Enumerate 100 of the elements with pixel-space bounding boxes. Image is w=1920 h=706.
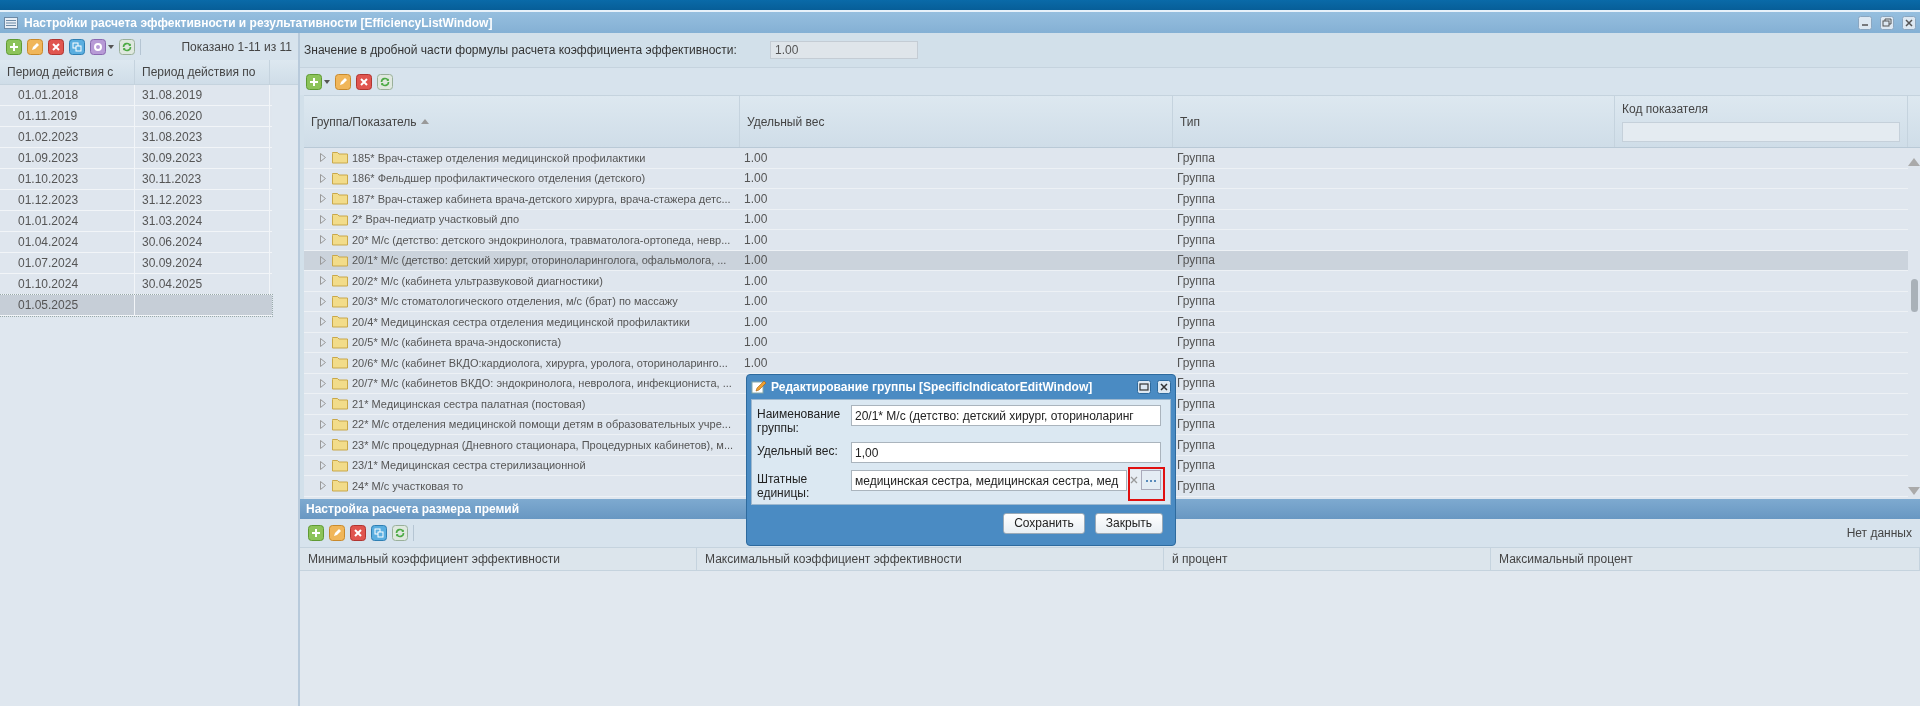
period-row[interactable]: 01.10.2024 30.04.2025: [0, 274, 272, 295]
column-header[interactable]: й процент: [1164, 548, 1491, 570]
table-cell: 1.00: [744, 314, 768, 329]
table-cell: 31.08.2019: [135, 85, 270, 105]
add-icon[interactable]: [306, 73, 322, 90]
group-name: 20/3* М/с стоматологического отделения, м/с (брат) по массажу: [352, 295, 678, 308]
tree-row[interactable]: 2* Врач-педиатр участковый дпо 1.00 Группа: [304, 209, 1908, 230]
field-label: Удельный вес:: [757, 443, 839, 458]
expand-arrow-icon[interactable]: [320, 481, 326, 491]
table-cell: 30.06.2024: [135, 232, 270, 252]
period-row[interactable]: 01.01.2018 31.08.2019: [0, 85, 272, 106]
column-header[interactable]: Удельный вес: [740, 96, 1173, 147]
period-row[interactable]: 01.12.2023 31.12.2023: [0, 190, 272, 211]
tree-row[interactable]: 186* Фельдшер профилактического отделения (детского) 1.00 Группа: [304, 168, 1908, 189]
paging-status: Показано 1-11 из 11: [181, 39, 292, 54]
group-name: 20/1* М/с (детство: детский хирург, оториноларинголога, офальмолога, ...: [352, 254, 727, 267]
table-cell: Группа: [1177, 417, 1216, 432]
period-row[interactable]: 01.01.2024 31.03.2024: [0, 211, 272, 232]
table-cell: 1.00: [744, 355, 768, 370]
period-row[interactable]: 01.07.2024 30.09.2024: [0, 253, 272, 274]
table-cell: Группа: [1177, 355, 1216, 370]
refresh-icon[interactable]: [119, 38, 135, 55]
tree-row[interactable]: 20/6* М/с (кабинет ВКДО:кардиолога, хирурга, уролога, оториноларинго... 1.00 Группа: [304, 353, 1908, 374]
table-cell: 1.00: [744, 212, 768, 227]
tree-row[interactable]: 187* Врач-стажер кабинета врача-детского хирурга, врача-стажера детс... 1.00 Группа: [304, 189, 1908, 210]
table-cell: Группа: [1177, 150, 1216, 165]
period-row[interactable]: 01.04.2024 30.06.2024: [0, 232, 272, 253]
scroll-down-icon[interactable]: [1908, 487, 1920, 495]
delete-icon[interactable]: [356, 73, 372, 90]
tree-row[interactable]: 20/5* М/с (кабинета врача-эндоскописта) 1.00 Группа: [304, 332, 1908, 353]
tree-row[interactable]: 20/4* Медицинская сестра отделения медицинской профилактики 1.00 Группа: [304, 312, 1908, 333]
table-cell: 01.01.2024: [0, 211, 135, 231]
column-header[interactable]: Период действия с: [0, 60, 135, 84]
table-cell: 01.10.2023: [0, 169, 135, 189]
pencil-icon[interactable]: [27, 38, 43, 55]
tree-row[interactable]: 185* Врач-стажер отделения медицинской профилактики 1.00 Группа: [304, 148, 1908, 169]
coefficient-field[interactable]: 1.00: [770, 41, 918, 59]
pencil-icon: [751, 379, 767, 395]
delete-icon[interactable]: [48, 38, 64, 55]
tree-row[interactable]: 20/3* М/с стоматологического отделения, м/с (брат) по массажу 1.00 Группа: [304, 291, 1908, 312]
maximize-icon[interactable]: [1137, 380, 1151, 394]
minimize-icon[interactable]: [1858, 15, 1872, 30]
table-cell: Группа: [1177, 478, 1216, 493]
filter-field[interactable]: [1622, 121, 1900, 142]
table-cell: 01.02.2023: [0, 127, 135, 147]
delete-icon[interactable]: [350, 525, 366, 541]
refresh-icon[interactable]: [392, 525, 408, 541]
pencil-icon[interactable]: [335, 73, 351, 90]
table-cell: 31.08.2023: [135, 127, 270, 147]
table-cell: 1.00: [744, 253, 768, 268]
group-name: 23* М/с процедурная (Дневного стационара, Процедурных кабинетов), м...: [352, 438, 734, 451]
group-name: 23/1* Медицинская сестра стерилизационной: [352, 459, 586, 472]
column-header[interactable]: Группа/Показатель: [304, 96, 740, 147]
close-icon[interactable]: [1157, 380, 1171, 394]
group-name: 24* М/с участковая то: [352, 479, 464, 492]
add-icon[interactable]: [6, 38, 22, 55]
group-name: 20/4* Медицинская сестра отделения медицинской профилактики: [352, 315, 690, 328]
table-cell: Группа: [1177, 458, 1216, 473]
column-header[interactable]: Код показателя: [1615, 96, 1908, 147]
table-cell: Группа: [1177, 396, 1216, 411]
gear-icon[interactable]: [90, 38, 106, 55]
table-cell: 1.00: [744, 232, 768, 247]
period-row[interactable]: 01.02.2023 31.08.2023: [0, 127, 272, 148]
scroll-up-icon[interactable]: [1908, 158, 1920, 166]
period-row[interactable]: 01.09.2023 30.09.2023: [0, 148, 272, 169]
table-cell: Группа: [1177, 232, 1216, 247]
period-row[interactable]: 01.05.2025: [0, 295, 272, 316]
pencil-icon[interactable]: [329, 525, 345, 541]
tree-row[interactable]: 20/2* М/с (кабинета ультразвуковой диагностики) 1.00 Группа: [304, 271, 1908, 292]
close-icon[interactable]: [1902, 15, 1916, 30]
period-row[interactable]: 01.11.2019 30.06.2020: [0, 106, 272, 127]
group-name: 2* Врач-педиатр участковый дпо: [352, 213, 520, 226]
picker-field[interactable]: медицинская сестра, медицинская сестра, мед: [851, 470, 1127, 491]
table-cell: 1.00: [744, 171, 768, 186]
add-icon[interactable]: [308, 525, 324, 541]
text-field[interactable]: 1,00: [851, 442, 1161, 463]
caret-icon[interactable]: [324, 79, 330, 84]
copy-icon[interactable]: [371, 525, 387, 541]
column-header[interactable]: Тип: [1173, 96, 1615, 147]
copy-icon[interactable]: [69, 38, 85, 55]
period-row[interactable]: 01.10.2023 30.11.2023: [0, 169, 272, 190]
folder-icon: [332, 233, 348, 247]
table-cell: Группа: [1177, 294, 1216, 309]
column-header[interactable]: Минимальный коэффициент эффективности: [300, 548, 697, 570]
ellipsis-icon[interactable]: [1141, 470, 1161, 490]
text-field[interactable]: 20/1* М/с (детство: детский хирург, оториноларинг: [851, 405, 1161, 426]
tree-row[interactable]: 20* М/с (детство: детского эндокринолога, травматолога-ортопеда, невр... 1.00 Группа: [304, 230, 1908, 251]
refresh-icon[interactable]: [377, 73, 393, 90]
scroll-thumb[interactable]: [1910, 279, 1918, 312]
tree-row[interactable]: 20/1* М/с (детство: детский хирург, оториноларинголога, офальмолога, ... 1.00 Группа: [304, 250, 1908, 271]
table-cell: 01.09.2023: [0, 148, 135, 168]
column-header[interactable]: Максимальный коэффициент эффективности: [697, 548, 1164, 570]
dialog-button[interactable]: Сохранить: [1003, 512, 1085, 534]
column-header[interactable]: Максимальный процент: [1491, 548, 1920, 570]
caret-icon[interactable]: [108, 44, 114, 49]
folder-icon: [332, 151, 348, 165]
restore-icon[interactable]: [1880, 15, 1894, 30]
dialog-button[interactable]: Закрыть: [1094, 512, 1163, 534]
column-header[interactable]: Период действия по: [135, 60, 270, 84]
table-cell: 31.12.2023: [135, 190, 270, 210]
